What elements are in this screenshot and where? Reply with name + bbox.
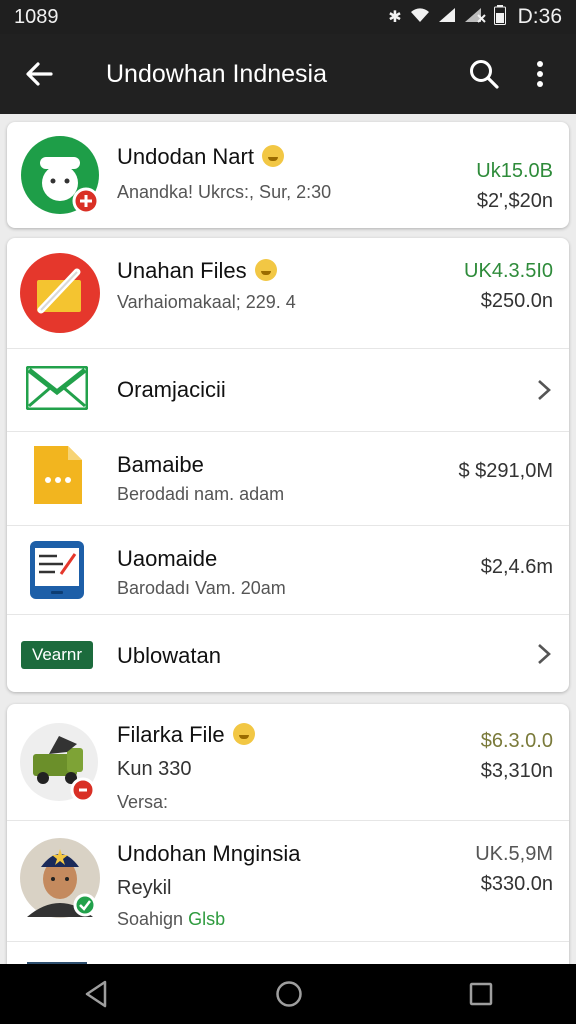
edit-icon (20, 253, 100, 333)
more-options-button[interactable] (512, 60, 568, 88)
tablet-icon (30, 541, 84, 599)
no-signal-icon (464, 7, 486, 28)
nav-back-icon[interactable] (83, 980, 109, 1008)
search-icon (470, 60, 499, 89)
avatar (20, 838, 100, 918)
list-item-uaomaide[interactable]: Uaomaide Barodadı Vam. 20am $2,4.6m (7, 526, 569, 614)
card-subtitle: Anandka! Ukrcs:, Sur, 2:30 (117, 182, 332, 202)
amount-bottom: $2',$20n (476, 190, 553, 212)
nav-home-icon[interactable] (275, 980, 303, 1008)
card-filarka-file: Filarka File Kun 330 Versa: $6.3.0.0 $3,… (7, 704, 569, 964)
card-undodan-nart[interactable]: Undodan Nart Anandka! Ukrcs:, Sur, 2:30 … (7, 122, 569, 228)
amount-bottom: $250.0n (480, 290, 553, 312)
list-item-ublowatan[interactable]: Vearnr Ublowatan (7, 615, 569, 692)
list-item-line3: Versa: (117, 792, 169, 812)
list-item-oramjacicii[interactable]: Oramjacicii (7, 349, 569, 431)
list-item-title: Filarka File (117, 722, 255, 748)
amount-top: Uk15.0B (476, 160, 553, 182)
list-item-title: Unahan Files (117, 258, 277, 284)
truck-avatar-icon (20, 723, 98, 803)
system-nav-bar (0, 964, 576, 1024)
list-item-filarka-file[interactable]: Filarka File Kun 330 Versa: $6.3.0.0 $3,… (7, 704, 569, 820)
vearnr-badge: Vearnr (21, 641, 93, 669)
list-item-undohan-mnginsia[interactable]: Undohan Mnginsia Reykil Soahign Glsb UK.… (7, 821, 569, 941)
list-item-subtitle: Barodadı Vam. 20am (117, 578, 286, 598)
wifi-icon (410, 7, 430, 28)
list-item-label: Ublowatan (117, 643, 221, 668)
status-icons: ✱ D:36 (388, 4, 562, 30)
file-icon (34, 446, 82, 504)
content-area[interactable]: Undodan Nart Anandka! Ukrcs:, Sur, 2:30 … (0, 114, 576, 964)
emoji-icon (232, 723, 255, 746)
amount-top: $6.3.0.0 (480, 730, 553, 752)
emoji-icon (261, 145, 284, 168)
list-item-line2: Reykil (117, 877, 172, 899)
mail-icon (26, 366, 88, 410)
list-item-partial[interactable] (7, 942, 569, 964)
card-title: Undodan Nart (117, 144, 284, 170)
back-button[interactable] (0, 59, 78, 89)
search-button[interactable] (456, 58, 512, 90)
arrow-left-icon (26, 62, 53, 86)
chevron-right-icon (538, 644, 551, 664)
list-item-line2: Kun 330 (117, 758, 192, 780)
amount-top: UK.5,9M (475, 843, 553, 865)
list-item-line3: Soahign Glsb (117, 909, 226, 929)
more-vert-icon (537, 61, 543, 87)
nav-recents-icon[interactable] (469, 982, 493, 1006)
battery-icon (493, 4, 506, 30)
list-item-subtitle: Berodadi nam. adam (117, 484, 285, 504)
signal-icon (438, 7, 456, 28)
list-item-label: Oramjacicii (117, 377, 226, 402)
status-bar: 1089 ✱ D:36 (0, 0, 576, 34)
page-title: Undowhan Indnesia (106, 59, 327, 88)
amount-top: UK4.3.5I0 (464, 260, 553, 282)
amount-bottom: $330.0n (480, 873, 553, 895)
list-item-bamaibe[interactable]: Bamaibe Berodadi nam. adam $ $291,0M (7, 432, 569, 525)
list-item-label: Uaomaide (117, 546, 218, 571)
list-item-price: $ $291,0M (458, 460, 553, 482)
list-item-price: $2,4.6m (480, 556, 553, 578)
status-time: 1089 (14, 5, 59, 28)
list-item-label: Bamaibe (117, 452, 204, 477)
chevron-right-icon (538, 380, 551, 400)
avatar-icon (21, 136, 100, 215)
status-badge: Glsb (188, 909, 226, 929)
list-item-subtitle: Varhaiomakaal; 229. 4 (117, 292, 296, 312)
app-bar: Undowhan Indnesia (0, 34, 576, 114)
list-item-title: Undohan Mnginsia (117, 841, 301, 866)
amount-bottom: $3,310n (480, 760, 553, 782)
status-clock: D:36 (517, 5, 562, 28)
list-item-unahan-files[interactable]: Unahan Files Varhaiomakaal; 229. 4 UK4.3… (7, 238, 569, 348)
card-unahan-files: Unahan Files Varhaiomakaal; 229. 4 UK4.3… (7, 238, 569, 692)
bluetooth-icon: ✱ (388, 9, 402, 26)
emoji-icon (254, 259, 277, 282)
